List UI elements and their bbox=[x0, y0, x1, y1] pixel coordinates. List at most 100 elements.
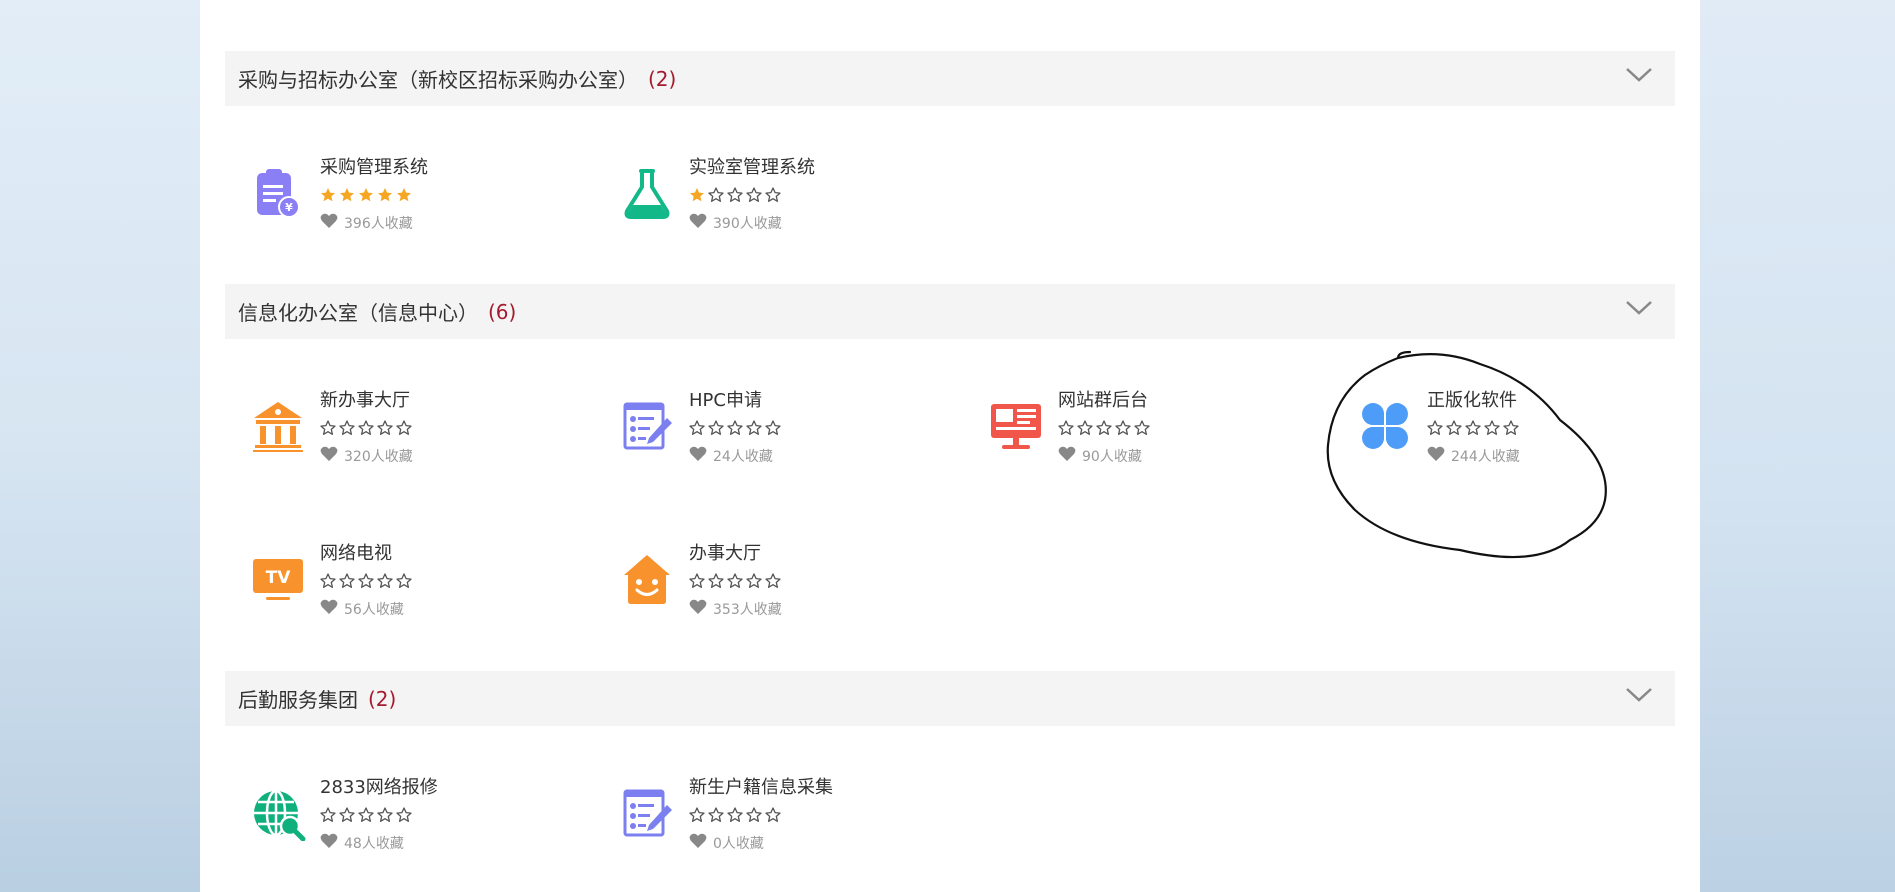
star-rating bbox=[320, 187, 412, 203]
star-empty-icon[interactable] bbox=[746, 420, 762, 436]
star-empty-icon[interactable] bbox=[746, 573, 762, 589]
background-left bbox=[0, 0, 200, 892]
app-item[interactable]: 实验室管理系统 390人收藏 bbox=[619, 153, 919, 253]
app-item[interactable]: HPC申请 24人收藏 bbox=[619, 386, 919, 486]
favorites-label: 396人收藏 bbox=[344, 216, 413, 232]
star-filled-icon[interactable] bbox=[339, 187, 355, 203]
section-count: (6) bbox=[488, 299, 517, 324]
chevron-down-icon[interactable] bbox=[1625, 683, 1653, 705]
favorites-label: 353人收藏 bbox=[713, 602, 782, 618]
app-item[interactable]: TV 网络电视 56人收藏 bbox=[250, 539, 550, 639]
star-empty-icon[interactable] bbox=[765, 187, 781, 203]
content-panel: 采购与招标办公室（新校区招标采购办公室） (2) ¥ 采购管理系统 396人收藏 bbox=[200, 0, 1700, 892]
star-empty-icon[interactable] bbox=[1115, 420, 1131, 436]
star-empty-icon[interactable] bbox=[708, 187, 724, 203]
section-title: 采购与招标办公室（新校区招标采购办公室） bbox=[238, 68, 638, 92]
star-empty-icon[interactable] bbox=[320, 573, 336, 589]
star-empty-icon[interactable] bbox=[396, 573, 412, 589]
star-empty-icon[interactable] bbox=[358, 807, 374, 823]
section-header-logistics[interactable]: 后勤服务集团 (2) bbox=[225, 671, 1675, 726]
star-empty-icon[interactable] bbox=[377, 807, 393, 823]
star-empty-icon[interactable] bbox=[727, 420, 743, 436]
heart-icon[interactable] bbox=[689, 213, 707, 233]
chevron-down-icon[interactable] bbox=[1625, 63, 1653, 85]
star-empty-icon[interactable] bbox=[689, 573, 705, 589]
star-empty-icon[interactable] bbox=[727, 187, 743, 203]
app-item[interactable]: 正版化软件 244人收藏 bbox=[1357, 386, 1657, 486]
app-item[interactable]: 2833网络报修 48人收藏 bbox=[250, 773, 550, 873]
heart-icon[interactable] bbox=[689, 446, 707, 466]
star-empty-icon[interactable] bbox=[1484, 420, 1500, 436]
star-empty-icon[interactable] bbox=[1427, 420, 1443, 436]
section-header-procurement[interactable]: 采购与招标办公室（新校区招标采购办公室） (2) bbox=[225, 51, 1675, 106]
star-rating bbox=[689, 187, 781, 203]
star-empty-icon[interactable] bbox=[708, 807, 724, 823]
star-empty-icon[interactable] bbox=[746, 187, 762, 203]
app-item[interactable]: 新办事大厅 320人收藏 bbox=[250, 386, 550, 486]
heart-icon[interactable] bbox=[320, 446, 338, 466]
star-empty-icon[interactable] bbox=[358, 420, 374, 436]
favorites-count: 48人收藏 bbox=[320, 833, 404, 853]
app-item[interactable]: 网站群后台 90人收藏 bbox=[988, 386, 1288, 486]
star-empty-icon[interactable] bbox=[765, 573, 781, 589]
star-empty-icon[interactable] bbox=[708, 420, 724, 436]
heart-icon[interactable] bbox=[1058, 446, 1076, 466]
star-empty-icon[interactable] bbox=[689, 807, 705, 823]
heart-icon[interactable] bbox=[320, 599, 338, 619]
star-empty-icon[interactable] bbox=[727, 573, 743, 589]
star-filled-icon[interactable] bbox=[377, 187, 393, 203]
star-empty-icon[interactable] bbox=[708, 573, 724, 589]
app-item[interactable]: 新生户籍信息采集 0人收藏 bbox=[619, 773, 919, 873]
app-item[interactable]: 办事大厅 353人收藏 bbox=[619, 539, 919, 639]
star-empty-icon[interactable] bbox=[377, 420, 393, 436]
heart-icon[interactable] bbox=[320, 213, 338, 233]
heart-icon[interactable] bbox=[689, 833, 707, 853]
star-empty-icon[interactable] bbox=[377, 573, 393, 589]
heart-icon[interactable] bbox=[320, 833, 338, 853]
app-name: 新生户籍信息采集 bbox=[689, 777, 833, 798]
star-empty-icon[interactable] bbox=[1096, 420, 1112, 436]
section-count: (2) bbox=[648, 66, 677, 91]
star-empty-icon[interactable] bbox=[1446, 420, 1462, 436]
star-empty-icon[interactable] bbox=[396, 807, 412, 823]
star-filled-icon[interactable] bbox=[320, 187, 336, 203]
section-count: (2) bbox=[368, 686, 397, 711]
form-edit-icon bbox=[619, 398, 675, 454]
star-empty-icon[interactable] bbox=[765, 420, 781, 436]
star-empty-icon[interactable] bbox=[1134, 420, 1150, 436]
star-rating bbox=[689, 420, 781, 436]
star-empty-icon[interactable] bbox=[396, 420, 412, 436]
section-header-info-office[interactable]: 信息化办公室（信息中心） (6) bbox=[225, 284, 1675, 339]
heart-icon[interactable] bbox=[1427, 446, 1445, 466]
star-empty-icon[interactable] bbox=[320, 420, 336, 436]
svg-text:TV: TV bbox=[266, 568, 292, 588]
star-empty-icon[interactable] bbox=[746, 807, 762, 823]
favorites-label: 24人收藏 bbox=[713, 449, 773, 465]
star-empty-icon[interactable] bbox=[727, 807, 743, 823]
star-filled-icon[interactable] bbox=[358, 187, 374, 203]
star-filled-icon[interactable] bbox=[396, 187, 412, 203]
star-empty-icon[interactable] bbox=[339, 573, 355, 589]
star-empty-icon[interactable] bbox=[1058, 420, 1074, 436]
star-empty-icon[interactable] bbox=[358, 573, 374, 589]
heart-icon[interactable] bbox=[689, 599, 707, 619]
star-empty-icon[interactable] bbox=[1503, 420, 1519, 436]
monitor-icon bbox=[988, 398, 1044, 454]
tv-icon: TV bbox=[250, 551, 306, 607]
star-empty-icon[interactable] bbox=[320, 807, 336, 823]
app-name: HPC申请 bbox=[689, 390, 762, 411]
star-filled-icon[interactable] bbox=[689, 187, 705, 203]
star-empty-icon[interactable] bbox=[1077, 420, 1093, 436]
star-empty-icon[interactable] bbox=[765, 807, 781, 823]
star-empty-icon[interactable] bbox=[689, 420, 705, 436]
star-rating bbox=[320, 420, 412, 436]
star-empty-icon[interactable] bbox=[339, 420, 355, 436]
app-name: 实验室管理系统 bbox=[689, 157, 815, 178]
star-empty-icon[interactable] bbox=[339, 807, 355, 823]
app-item[interactable]: ¥ 采购管理系统 396人收藏 bbox=[250, 153, 550, 253]
star-rating bbox=[320, 807, 412, 823]
bank-building-icon bbox=[250, 398, 306, 454]
chevron-down-icon[interactable] bbox=[1625, 296, 1653, 318]
star-empty-icon[interactable] bbox=[1465, 420, 1481, 436]
favorites-count: 24人收藏 bbox=[689, 446, 773, 466]
